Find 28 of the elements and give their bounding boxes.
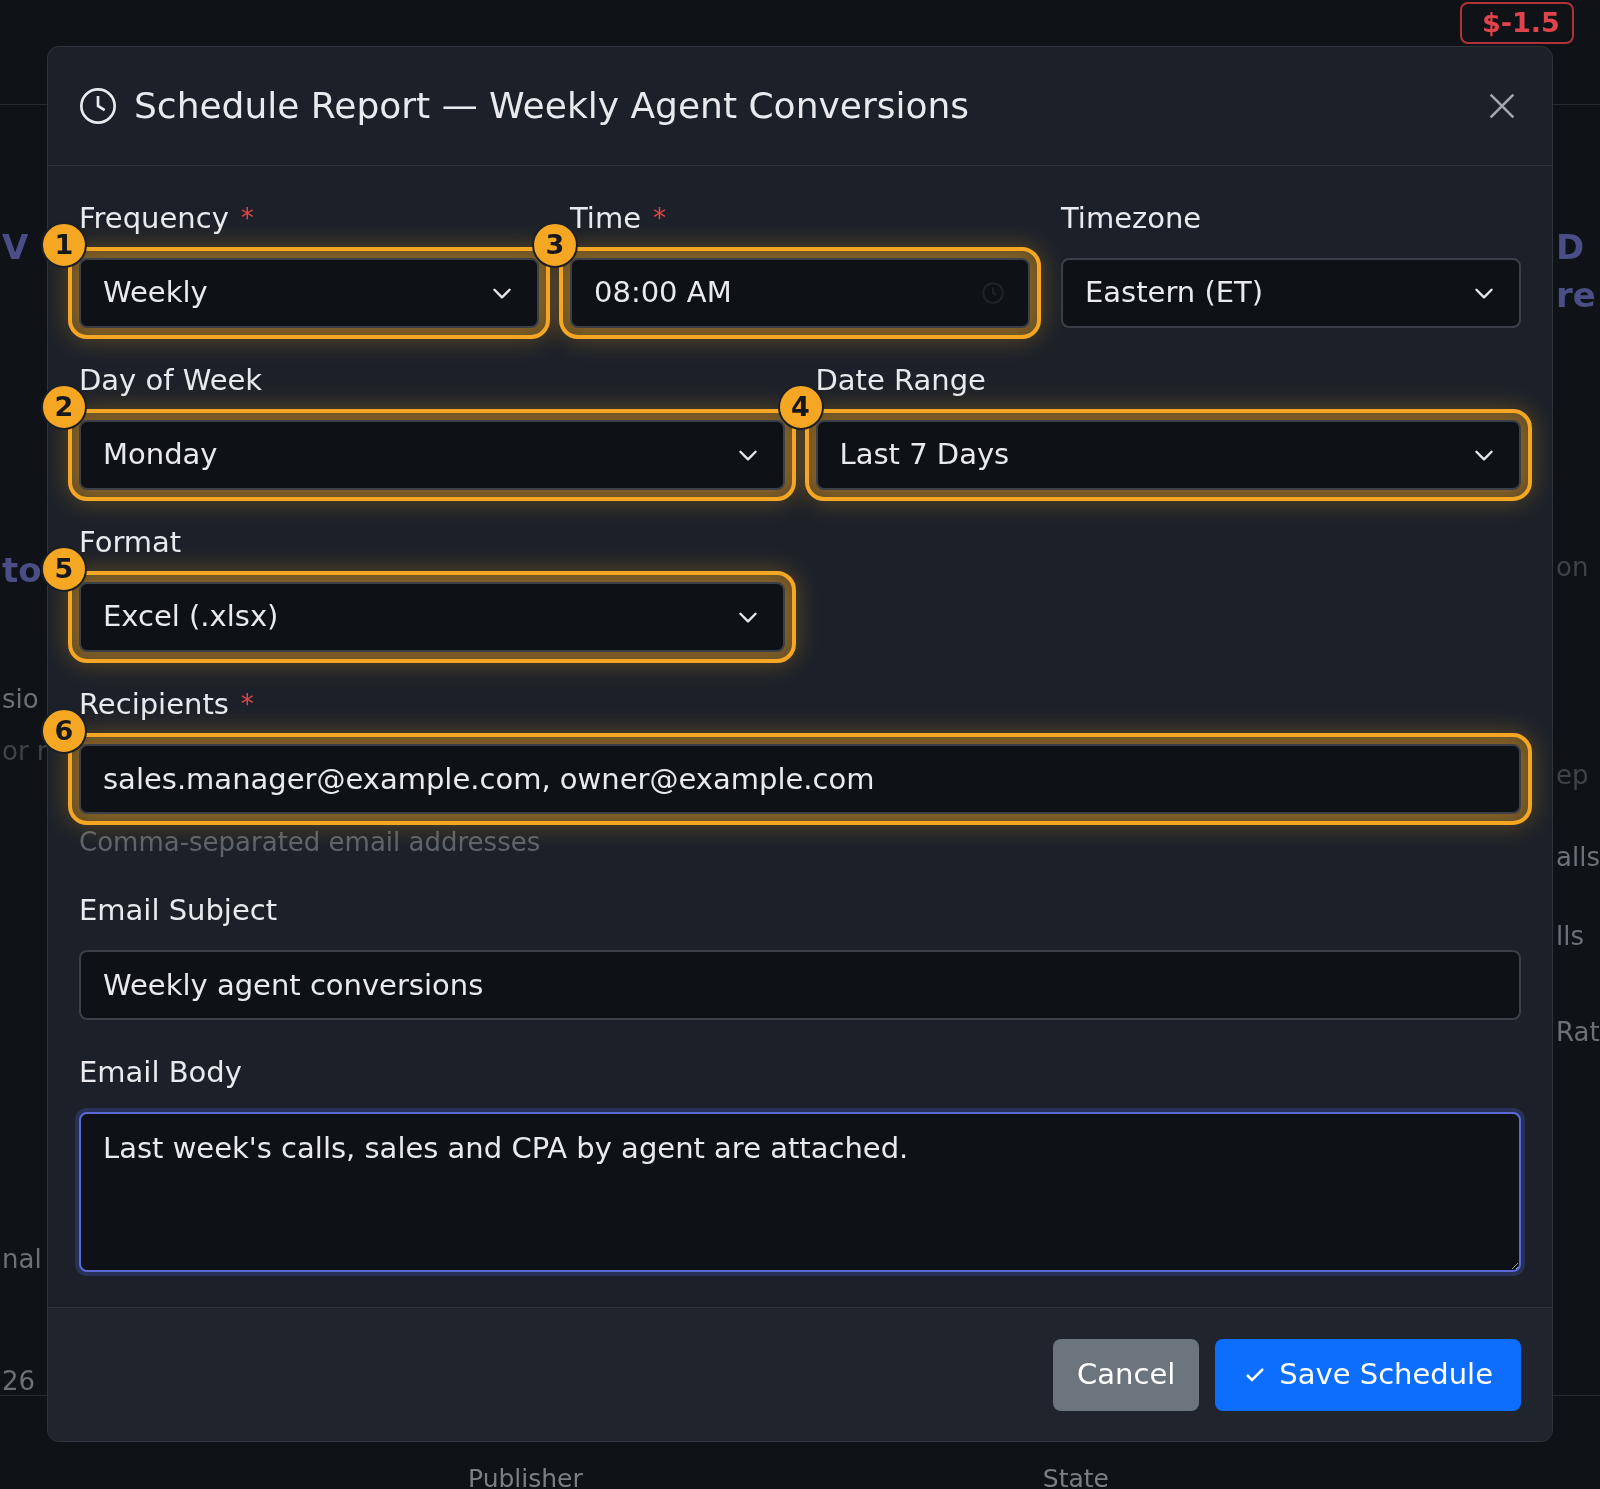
help-text: Comma-separated email addresses — [79, 826, 542, 858]
background-text: lls — [1556, 920, 1584, 953]
required-asterisk: * — [240, 687, 254, 721]
save-button[interactable]: Save Schedule — [1215, 1338, 1521, 1411]
textarea-field[interactable]: Last week's calls, sales and CPA by agent are attached. — [79, 1112, 1521, 1272]
background-text: alls — [1556, 841, 1600, 874]
background-text: 26 — [2, 1365, 36, 1398]
cancel-button[interactable]: Cancel — [1053, 1338, 1200, 1411]
background-text: D — [1556, 226, 1585, 269]
field-label: Email Subject — [79, 892, 278, 929]
field-label: Timezone — [1061, 200, 1202, 237]
required-asterisk: * — [240, 201, 254, 235]
background-text: sio — [2, 683, 39, 716]
column-header: Publisher — [468, 1463, 583, 1489]
step-badge: 3 — [532, 222, 578, 268]
required-asterisk: * — [653, 201, 666, 235]
background-text: re — [1556, 274, 1596, 317]
dialog-title: Schedule Report — Weekly Agent Conversions — [134, 84, 971, 128]
background-text: nal — [2, 1243, 42, 1276]
dropdown-field[interactable]: Eastern (ET) — [1061, 258, 1521, 328]
column-header: State — [1042, 1463, 1109, 1489]
clock-icon — [78, 86, 118, 126]
background-text: V — [2, 226, 29, 269]
balance-badge: $-1.5 — [1460, 2, 1574, 44]
background-text: Rat — [1556, 1016, 1600, 1049]
field-label: Email Body — [79, 1054, 242, 1091]
text-field[interactable]: Weekly agent conversions — [79, 950, 1521, 1020]
background-text: to — [2, 549, 42, 592]
